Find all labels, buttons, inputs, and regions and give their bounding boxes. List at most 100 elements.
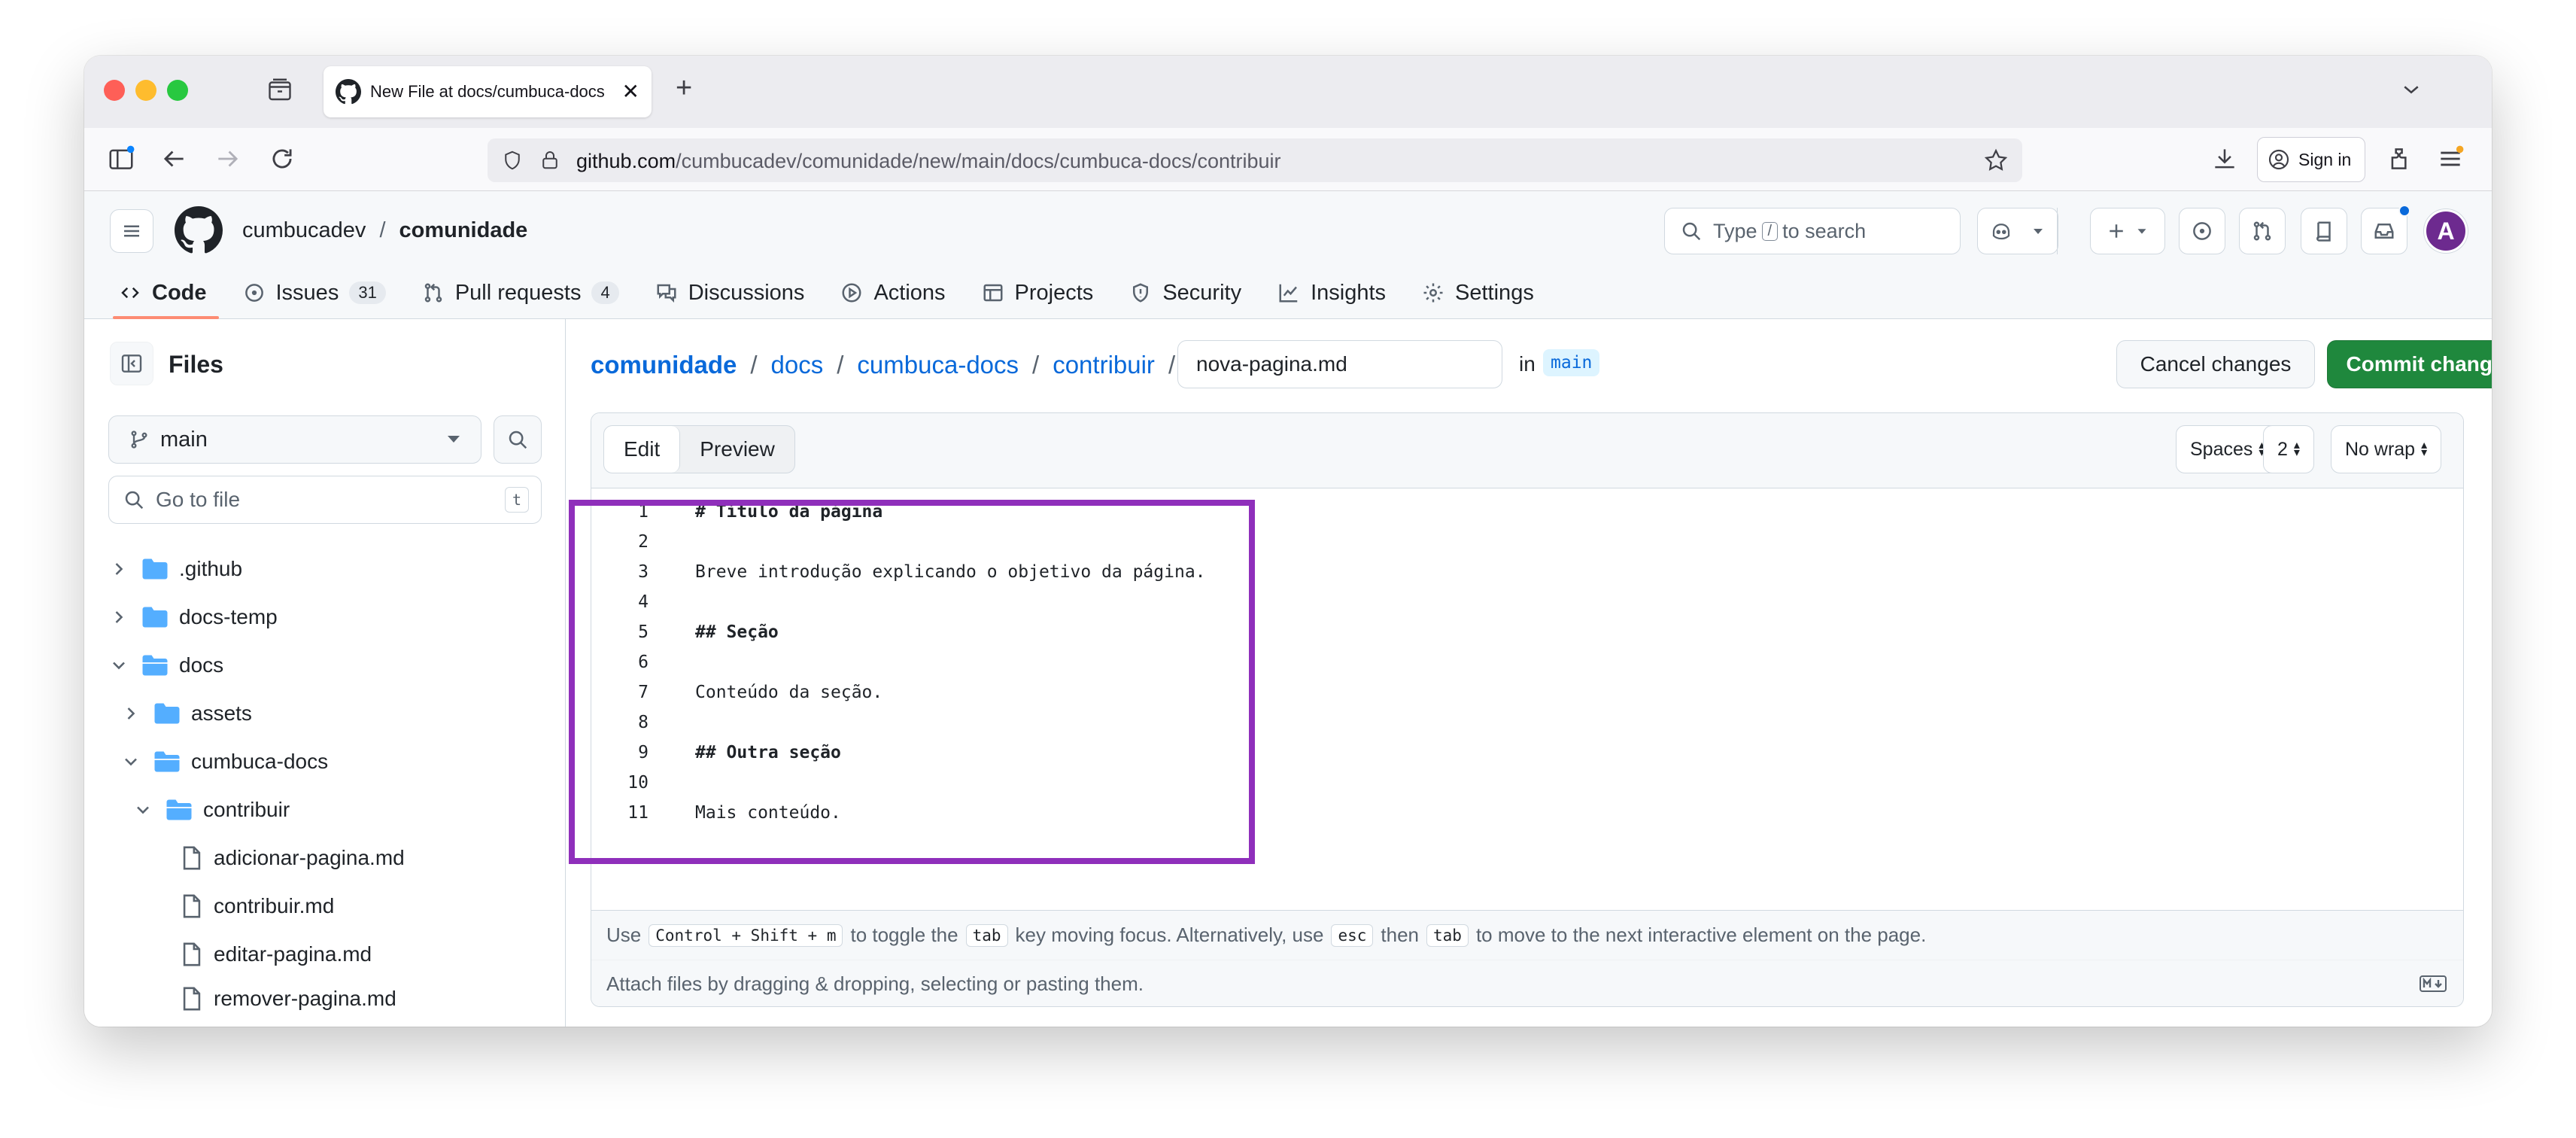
tab-actions[interactable]: Actions xyxy=(840,275,946,310)
comment-discussion-icon xyxy=(657,284,676,303)
chevron-down-icon[interactable] xyxy=(2398,78,2424,101)
chevron-down-icon xyxy=(2137,229,2146,234)
github-logo-icon[interactable] xyxy=(175,206,223,254)
extensions-icon[interactable] xyxy=(2386,145,2415,173)
chevron-down-icon[interactable] xyxy=(120,751,141,772)
tab-issues[interactable]: Issues 31 xyxy=(243,275,386,310)
chevron-down-icon[interactable] xyxy=(2029,222,2047,240)
sign-in-button[interactable]: Sign in xyxy=(2257,137,2365,182)
branch-chip: main xyxy=(1543,349,1600,376)
issues-button[interactable] xyxy=(2179,208,2225,254)
owner-link[interactable]: cumbucadev xyxy=(242,218,366,242)
breadcrumb-docs[interactable]: docs xyxy=(771,351,824,379)
url-bar[interactable]: github.com/cumbucadev/comunidade/new/mai… xyxy=(488,138,2022,182)
github-favicon-icon xyxy=(336,79,361,105)
tab-code[interactable]: Code xyxy=(113,275,218,319)
avatar[interactable]: A xyxy=(2424,209,2468,253)
tracking-shield-icon[interactable] xyxy=(501,149,524,172)
maximize-window-button[interactable] xyxy=(167,80,188,101)
breadcrumb-contribuir[interactable]: contribuir xyxy=(1053,351,1155,379)
search-input[interactable]: Type / to search xyxy=(1664,208,1961,254)
tree-item-contribuir-md[interactable]: contribuir.md xyxy=(181,882,334,930)
go-to-file-input[interactable]: Go to file t xyxy=(108,476,542,524)
keyboard-hint: Use Control + Shift + m to toggle the ta… xyxy=(591,910,2463,960)
tree-item-assets[interactable]: assets xyxy=(120,689,252,738)
wrap-mode-select[interactable]: No wrap ▴ ▾ xyxy=(2331,425,2442,473)
folder-icon xyxy=(154,703,180,724)
tab-settings[interactable]: Settings xyxy=(1422,275,1534,310)
reload-icon[interactable] xyxy=(268,145,296,173)
tree-item-cumbuca-docs[interactable]: cumbuca-docs xyxy=(120,738,328,786)
tab-security[interactable]: Security xyxy=(1129,275,1241,310)
tree-item-docs[interactable]: docs xyxy=(108,641,223,689)
url-text[interactable]: github.com/cumbucadev/comunidade/new/mai… xyxy=(576,150,1281,173)
bookmark-star-icon[interactable] xyxy=(1983,148,2009,173)
tab-list-icon[interactable] xyxy=(266,77,293,104)
chevron-right-icon[interactable] xyxy=(108,607,129,628)
git-pull-request-icon xyxy=(424,283,442,303)
branch-selector[interactable]: main xyxy=(108,415,481,464)
search-icon xyxy=(125,491,144,510)
tab-bar: New File at docs/cumbuca-docs ✕ + xyxy=(84,56,2492,128)
tree-item-editar-pagina[interactable]: editar-pagina.md xyxy=(181,930,372,978)
collapse-sidebar-button[interactable] xyxy=(110,342,153,385)
tab-preview[interactable]: Preview xyxy=(680,426,794,473)
attach-files-area[interactable]: Attach files by dragging & dropping, sel… xyxy=(591,960,2463,1006)
menu-icon[interactable] xyxy=(2436,145,2465,173)
minimize-window-button[interactable] xyxy=(135,80,156,101)
tab-insights[interactable]: Insights xyxy=(1277,275,1386,310)
new-tab-button[interactable]: + xyxy=(676,74,692,102)
tree-item-contribuir[interactable]: contribuir xyxy=(132,786,290,834)
search-files-button[interactable] xyxy=(494,415,542,464)
tree-item-adicionar-pagina[interactable]: adicionar-pagina.md xyxy=(181,834,405,882)
pull-requests-button[interactable] xyxy=(2239,208,2286,254)
lock-icon[interactable] xyxy=(539,148,561,172)
graph-icon xyxy=(1279,284,1298,303)
tab-projects[interactable]: Projects xyxy=(982,275,1093,310)
folder-icon xyxy=(142,607,168,628)
download-icon[interactable] xyxy=(2210,145,2239,173)
commit-changes-button[interactable]: Commit changes... xyxy=(2327,340,2492,388)
sidebar-collapse-icon xyxy=(121,354,142,373)
folder-open-icon xyxy=(154,751,180,772)
tree-item-remover-pagina[interactable]: remover-pagina.md xyxy=(181,978,396,1019)
breadcrumb-comunidade[interactable]: comunidade xyxy=(591,351,737,379)
repo-link[interactable]: comunidade xyxy=(399,218,528,242)
tab-edit[interactable]: Edit xyxy=(604,426,681,473)
github-header: cumbucadev / comunidade Type / to search A xyxy=(84,191,2492,319)
path-separator: / xyxy=(379,218,386,242)
tab-pull-requests[interactable]: Pull requests 4 xyxy=(422,275,619,310)
code-editor: Edit Preview Spaces ▴ ▾ 2 ▴ ▾ No wrap ▴ ▾ 1 # T… xyxy=(591,412,2464,1007)
back-icon[interactable] xyxy=(159,145,188,173)
tree-item-docs-temp[interactable]: docs-temp xyxy=(108,593,278,641)
chevron-down-icon[interactable] xyxy=(132,799,153,820)
filename-input[interactable] xyxy=(1177,340,1502,388)
sidebar-toggle-icon[interactable] xyxy=(107,145,135,173)
code-area[interactable]: 1 # Título da página 2 3 Breve introdução … xyxy=(591,488,2463,910)
shortcut-key: t xyxy=(504,487,529,513)
forward-icon[interactable] xyxy=(214,145,242,173)
edit-preview-toggle: Edit Preview xyxy=(603,425,795,473)
close-tab-icon[interactable]: ✕ xyxy=(622,81,639,102)
file-icon xyxy=(183,942,201,966)
indent-size-select[interactable]: 2 ▴ ▾ xyxy=(2263,425,2314,473)
chevron-down-icon[interactable] xyxy=(108,655,129,676)
cancel-changes-button[interactable]: Cancel changes xyxy=(2116,340,2315,388)
global-menu-button[interactable] xyxy=(110,209,153,253)
repositories-button[interactable] xyxy=(2301,208,2347,254)
tree-item-github[interactable]: .github xyxy=(108,545,242,593)
issues-counter: 31 xyxy=(349,281,386,304)
create-new-button[interactable] xyxy=(2090,208,2165,254)
breadcrumb-cumbuca-docs[interactable]: cumbuca-docs xyxy=(857,351,1019,379)
active-tab[interactable]: New File at docs/cumbuca-docs ✕ xyxy=(324,66,652,117)
tab-discussions[interactable]: Discussions xyxy=(655,275,804,310)
notification-indicator xyxy=(2398,205,2410,217)
chevron-right-icon[interactable] xyxy=(108,558,129,580)
close-window-button[interactable] xyxy=(104,80,125,101)
file-icon xyxy=(183,846,201,870)
copilot-button[interactable] xyxy=(1977,208,2058,254)
code-icon xyxy=(121,287,139,299)
chevron-right-icon[interactable] xyxy=(120,703,141,724)
play-icon xyxy=(842,283,861,303)
select-arrows-icon: ▴ ▾ xyxy=(2421,439,2428,459)
